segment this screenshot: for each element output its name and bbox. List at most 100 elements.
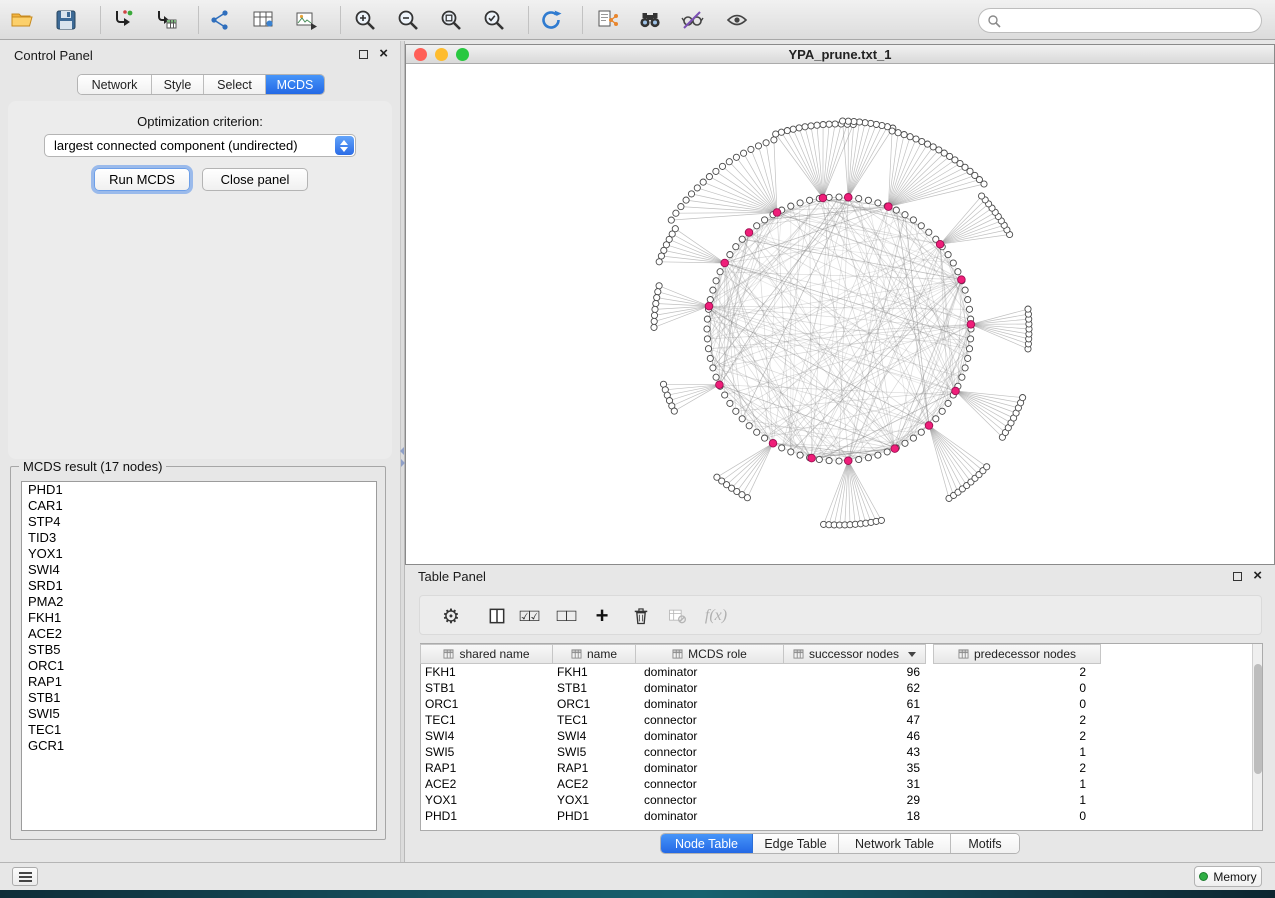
- open-folder-icon[interactable]: [9, 7, 35, 33]
- table-row[interactable]: PHD1PHD1dominator180: [421, 808, 1249, 824]
- cell-shared-name: YOX1: [425, 792, 457, 808]
- table-row[interactable]: SWI4SWI4dominator462: [421, 728, 1249, 744]
- search-input-wrap: [978, 8, 1262, 33]
- mcds-result-item[interactable]: TEC1: [22, 722, 376, 738]
- search-input[interactable]: [1005, 10, 1255, 31]
- table-row[interactable]: ACE2ACE2connector311: [421, 776, 1249, 792]
- criterion-dropdown[interactable]: largest connected component (undirected): [44, 134, 356, 157]
- table-row[interactable]: TEC1TEC1connector472: [421, 712, 1249, 728]
- column-header-predecessor-nodes[interactable]: predecessor nodes: [933, 644, 1101, 664]
- hide-glasses-icon[interactable]: [679, 7, 705, 33]
- zoom-out-icon[interactable]: [395, 7, 421, 33]
- table-row[interactable]: RAP1RAP1dominator352: [421, 760, 1249, 776]
- tab-motifs[interactable]: Motifs: [951, 834, 1019, 853]
- zoom-fit-icon[interactable]: [438, 7, 464, 33]
- function-builder-button: f(x): [703, 603, 729, 629]
- cell-predecessor-nodes: 2: [934, 664, 1096, 680]
- column-header-name[interactable]: name: [552, 644, 636, 664]
- mcds-result-item[interactable]: RAP1: [22, 674, 376, 690]
- mcds-result-item[interactable]: ORC1: [22, 658, 376, 674]
- cell-successor-nodes: 35: [784, 760, 926, 776]
- export-image-icon[interactable]: [293, 7, 319, 33]
- network-view-window: YPA_prune.txt_1: [405, 44, 1275, 565]
- tab-node-table[interactable]: Node Table: [661, 834, 753, 853]
- cell-name: SWI4: [557, 728, 586, 744]
- table-scrollbar[interactable]: [1252, 644, 1262, 830]
- select-all-icon[interactable]: ☑☑: [515, 603, 541, 629]
- share-document-icon[interactable]: [594, 7, 620, 33]
- float-panel-icon[interactable]: [359, 50, 368, 59]
- add-column-icon[interactable]: +: [589, 603, 615, 629]
- import-network-icon[interactable]: [111, 7, 137, 33]
- network-window-titlebar[interactable]: YPA_prune.txt_1: [406, 45, 1274, 64]
- share-network-icon[interactable]: [207, 7, 233, 33]
- network-table-icon[interactable]: [250, 7, 276, 33]
- tab-network-table[interactable]: Network Table: [839, 834, 951, 853]
- collapse-left-icon[interactable]: [400, 447, 404, 455]
- mcds-result-item[interactable]: ACE2: [22, 626, 376, 642]
- mcds-result-item[interactable]: STB1: [22, 690, 376, 706]
- main-toolbar: [0, 0, 1275, 40]
- delete-icon[interactable]: [628, 603, 654, 629]
- run-mcds-button[interactable]: Run MCDS: [94, 168, 190, 191]
- table-toolbar: ⚙ ☑☑ ☐☐ + f(x): [419, 595, 1262, 635]
- search-network-icon[interactable]: [637, 7, 663, 33]
- table-row[interactable]: STB1STB1dominator620: [421, 680, 1249, 696]
- toolbar-separator: [100, 6, 101, 34]
- task-history-button[interactable]: [12, 867, 38, 886]
- table-row[interactable]: SWI5SWI5connector431: [421, 744, 1249, 760]
- table-rows: FKH1FKH1dominator962STB1STB1dominator620…: [421, 664, 1249, 824]
- cell-name: YOX1: [557, 792, 589, 808]
- save-icon[interactable]: [53, 7, 79, 33]
- deselect-all-icon[interactable]: ☐☐: [552, 603, 578, 629]
- mcds-result-item[interactable]: CAR1: [22, 498, 376, 514]
- cell-MCDS-role: dominator: [644, 664, 697, 680]
- mcds-result-item[interactable]: PHD1: [22, 482, 376, 498]
- float-table-panel-icon[interactable]: [1233, 572, 1242, 581]
- tab-network[interactable]: Network: [78, 75, 152, 94]
- close-panel-button[interactable]: Close panel: [202, 168, 308, 191]
- cell-shared-name: FKH1: [425, 664, 456, 680]
- gear-icon[interactable]: ⚙: [438, 603, 464, 629]
- column-header-successor-nodes[interactable]: successor nodes: [783, 644, 926, 664]
- mcds-result-item[interactable]: SRD1: [22, 578, 376, 594]
- cell-shared-name: SWI5: [425, 744, 454, 760]
- zoom-in-icon[interactable]: [352, 7, 378, 33]
- mcds-result-list[interactable]: PHD1CAR1STP4TID3YOX1SWI4SRD1PMA2FKH1ACE2…: [21, 481, 377, 831]
- table-row[interactable]: ORC1ORC1dominator610: [421, 696, 1249, 712]
- tab-style[interactable]: Style: [152, 75, 204, 94]
- memory-button[interactable]: Memory: [1194, 866, 1262, 887]
- mcds-result-item[interactable]: STP4: [22, 514, 376, 530]
- mcds-result-item[interactable]: TID3: [22, 530, 376, 546]
- column-header-shared-name[interactable]: shared name: [420, 644, 553, 664]
- tab-edge-table[interactable]: Edge Table: [753, 834, 839, 853]
- scrollbar-thumb[interactable]: [1254, 664, 1262, 774]
- cell-MCDS-role: connector: [644, 776, 697, 792]
- mcds-result-item[interactable]: GCR1: [22, 738, 376, 754]
- tab-mcds[interactable]: MCDS: [266, 75, 324, 94]
- column-header-MCDS-role[interactable]: MCDS role: [635, 644, 784, 664]
- mcds-result-item[interactable]: FKH1: [22, 610, 376, 626]
- cell-MCDS-role: dominator: [644, 728, 697, 744]
- zoom-selected-icon[interactable]: [481, 7, 507, 33]
- cell-successor-nodes: 61: [784, 696, 926, 712]
- toolbar-separator: [528, 6, 529, 34]
- mcds-result-item[interactable]: SWI5: [22, 706, 376, 722]
- tab-select[interactable]: Select: [204, 75, 266, 94]
- cell-successor-nodes: 62: [784, 680, 926, 696]
- cell-name: RAP1: [557, 760, 588, 776]
- import-table-icon[interactable]: [154, 7, 180, 33]
- mcds-result-item[interactable]: PMA2: [22, 594, 376, 610]
- mcds-result-item[interactable]: STB5: [22, 642, 376, 658]
- status-bar: Memory: [0, 862, 1275, 890]
- table-row[interactable]: FKH1FKH1dominator962: [421, 664, 1249, 680]
- table-row[interactable]: YOX1YOX1connector291: [421, 792, 1249, 808]
- refresh-icon[interactable]: [538, 7, 564, 33]
- mcds-result-item[interactable]: YOX1: [22, 546, 376, 562]
- network-canvas[interactable]: [406, 64, 1274, 564]
- close-table-panel-icon[interactable]: ×: [1253, 568, 1262, 584]
- column-settings-icon[interactable]: [484, 603, 510, 629]
- close-panel-icon[interactable]: ×: [379, 46, 388, 62]
- mcds-result-item[interactable]: SWI4: [22, 562, 376, 578]
- show-eye-icon[interactable]: [724, 7, 750, 33]
